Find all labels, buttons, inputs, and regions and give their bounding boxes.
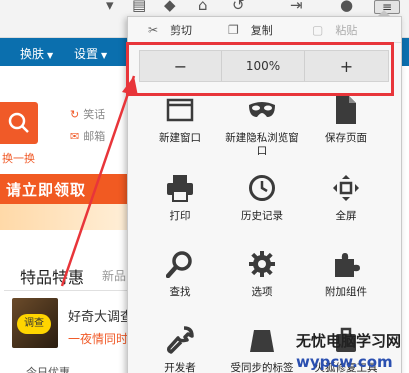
window-icon	[164, 94, 196, 126]
library-icon[interactable]: ▤	[132, 0, 146, 14]
search-button[interactable]	[0, 102, 38, 144]
nav-item-skin[interactable]: 换肤 ▼	[20, 45, 53, 62]
promo-banner[interactable]: 请立即领取	[0, 174, 130, 204]
chat-icon[interactable]: ●	[340, 0, 353, 14]
search-icon	[8, 112, 29, 133]
bottom-text: 今日优惠	[26, 366, 70, 373]
scissors-icon: ✂	[148, 23, 159, 37]
home-icon[interactable]: ⌂	[198, 0, 208, 14]
addons-button[interactable]: 附加组件	[300, 248, 392, 299]
cut-button[interactable]: ✂ 剪切	[148, 22, 192, 38]
joke-link[interactable]: ↻ 笑话	[70, 104, 105, 126]
history-button[interactable]: 历史记录	[216, 172, 308, 223]
joke-icon: ↻	[70, 108, 80, 121]
share-icon[interactable]: ⇥	[290, 0, 303, 14]
save-page-button[interactable]: 保存页面	[300, 94, 392, 145]
product-tag[interactable]: 一夜情同时	[68, 330, 128, 347]
sync-tabs-icon	[246, 324, 278, 356]
section-title: 特品特惠	[20, 268, 85, 287]
document-icon	[330, 94, 362, 126]
wrench-icon	[164, 324, 196, 356]
mail-link[interactable]: ✉ 邮箱	[70, 126, 105, 148]
product-badge: 调查	[17, 314, 51, 334]
new-private-window-button[interactable]: 新建隐私浏览窗口	[216, 94, 308, 158]
synced-tabs-button[interactable]: 受同步的标签	[216, 324, 308, 373]
watermark: 无忧电脑学习网 wypcw.com	[296, 332, 402, 371]
paste-icon: ▢	[312, 23, 324, 37]
print-button[interactable]: 打印	[134, 172, 226, 223]
edit-controls-row: ✂ 剪切 ❐ 复制 ▢ 粘贴	[128, 17, 401, 43]
fullscreen-icon	[330, 172, 362, 204]
promo-strip	[0, 204, 130, 230]
copy-button[interactable]: ❐ 复制	[228, 22, 273, 38]
pocket-icon[interactable]: ◆	[164, 0, 176, 14]
nav-item-settings[interactable]: 设置 ▼	[74, 45, 107, 62]
paste-button[interactable]: ▢ 粘贴	[312, 22, 357, 38]
refresh-link[interactable]: 换一换	[2, 150, 35, 166]
puzzle-icon	[330, 248, 362, 280]
new-window-button[interactable]: 新建窗口	[134, 94, 226, 145]
mail-icon: ✉	[70, 130, 80, 143]
clock-icon	[246, 172, 278, 204]
toolbar-icon[interactable]: ▾	[106, 0, 114, 14]
options-button[interactable]: 选项	[216, 248, 308, 299]
developer-button[interactable]: 开发者	[134, 324, 226, 373]
highlight-annotation	[126, 42, 394, 96]
printer-icon	[164, 172, 196, 204]
section-more-link[interactable]: 新品	[102, 267, 126, 284]
mask-icon	[246, 94, 278, 126]
magnifier-icon	[164, 248, 196, 280]
gear-icon	[246, 248, 278, 280]
find-button[interactable]: 查找	[134, 248, 226, 299]
copy-icon: ❐	[228, 23, 239, 37]
back-icon[interactable]: ↺	[232, 0, 245, 14]
product-name[interactable]: 好奇大调查	[68, 306, 133, 325]
fullscreen-button[interactable]: 全屏	[300, 172, 392, 223]
divider	[4, 290, 130, 291]
side-links: ↻ 笑话 ✉ 邮箱	[70, 104, 105, 148]
